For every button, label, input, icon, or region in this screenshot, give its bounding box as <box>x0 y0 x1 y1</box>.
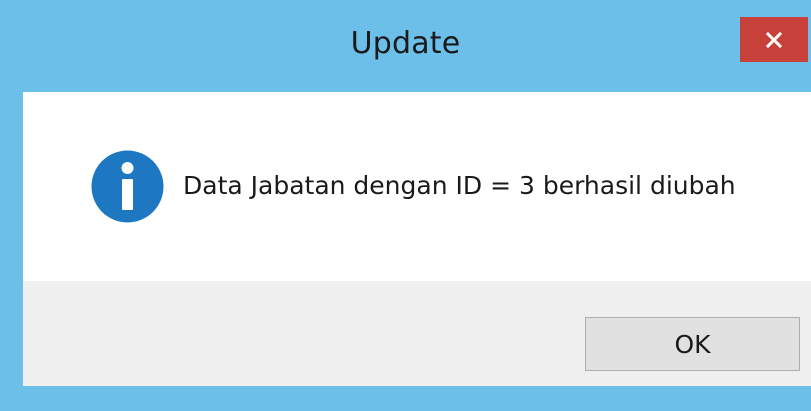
window-title: Update <box>350 26 461 61</box>
dialog-body: Data Jabatan dengan ID = 3 berhasil diub… <box>23 92 811 281</box>
ok-button[interactable]: OK <box>585 317 800 371</box>
title-bar[interactable]: Update <box>0 0 811 92</box>
info-icon <box>91 150 164 223</box>
close-icon <box>766 31 782 48</box>
close-button[interactable] <box>740 17 808 62</box>
dialog-window: Update Data Jabatan dengan ID = 3 berhas… <box>0 0 811 411</box>
dialog-footer: OK <box>23 281 811 386</box>
dialog-message: Data Jabatan dengan ID = 3 berhasil diub… <box>183 171 736 200</box>
